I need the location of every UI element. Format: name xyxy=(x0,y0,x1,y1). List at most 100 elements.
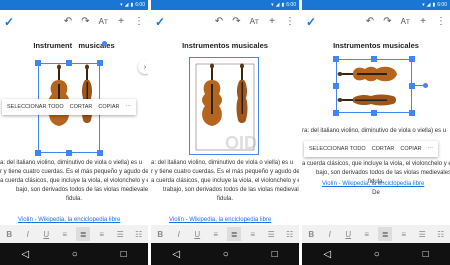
underline-icon[interactable]: U xyxy=(341,227,355,241)
signal-icon: ◢ xyxy=(426,1,431,8)
back-icon[interactable]: ◁ xyxy=(172,249,180,260)
phone-screen-3: ▾ ◢ ▮ 6:00 ✓ ↶ ↷ AT + ⋮ Instrumentos mus… xyxy=(302,0,450,265)
undo-icon[interactable]: ↶ xyxy=(215,16,223,27)
menu-cut[interactable]: CORTAR xyxy=(70,104,93,110)
phone-screen-2: ▾ ◢ ▮ 6:00 ✓ ↶ ↷ AT + ⋮ Instrumentos mus… xyxy=(151,0,299,265)
undo-icon[interactable]: ↶ xyxy=(64,16,72,27)
menu-copy[interactable]: COPIAR xyxy=(98,104,119,110)
wifi-icon: ▾ xyxy=(271,1,274,8)
bullet-list-icon[interactable]: ☰ xyxy=(415,227,429,241)
align-left-icon[interactable]: ≡ xyxy=(209,227,223,241)
bold-icon[interactable]: B xyxy=(304,227,318,241)
text-format-icon[interactable]: AT xyxy=(250,17,259,26)
recents-icon[interactable]: □ xyxy=(423,249,429,260)
paragraph-line-1: ra: del italiano violino, diminutivo de … xyxy=(302,128,447,134)
resize-handle-tl[interactable] xyxy=(35,60,41,66)
wikipedia-link[interactable]: Violín - Wikipedia, la enciclopedia libr… xyxy=(18,217,120,223)
align-right-icon[interactable]: ≡ xyxy=(95,227,109,241)
align-left-icon[interactable]: ≡ xyxy=(58,227,72,241)
resize-handle-bl[interactable] xyxy=(35,150,41,156)
rotate-handle[interactable] xyxy=(423,83,428,88)
text-format-icon[interactable]: AT xyxy=(401,17,410,26)
italic-icon[interactable]: I xyxy=(172,227,186,241)
redo-icon[interactable]: ↷ xyxy=(81,16,89,27)
resize-handle-mr[interactable] xyxy=(409,83,415,89)
align-center-icon[interactable]: ≣ xyxy=(76,227,91,241)
recents-icon[interactable]: □ xyxy=(121,249,127,260)
menu-cut[interactable]: CORTAR xyxy=(372,146,395,152)
signal-icon: ◢ xyxy=(275,1,280,8)
toolbar-tools: ↶ ↷ AT + ⋮ xyxy=(64,16,144,27)
check-icon[interactable]: ✓ xyxy=(306,15,316,29)
menu-more[interactable]: ⋯ xyxy=(125,104,131,110)
bullet-list-icon[interactable]: ☰ xyxy=(113,227,127,241)
bullet-list-icon[interactable]: ☰ xyxy=(264,227,278,241)
rotate-handle[interactable] xyxy=(102,41,107,46)
doc-title: Instrumentos musicales xyxy=(182,41,268,50)
document-body: Instrumentos musicales ra: del italiano … xyxy=(302,33,450,225)
document-body: Instrument musicales SELECCIONAR TODO CO… xyxy=(0,33,148,225)
resize-handle-tr[interactable] xyxy=(97,60,103,66)
undo-icon[interactable]: ↶ xyxy=(366,16,374,27)
more-vert-icon[interactable]: ⋮ xyxy=(436,16,446,27)
edit-toolbar: ✓ ↶ ↷ AT + ⋮ xyxy=(302,10,450,33)
signal-icon: ◢ xyxy=(124,1,129,8)
align-left-icon[interactable]: ≡ xyxy=(360,227,374,241)
resize-handle-bm[interactable] xyxy=(66,150,72,156)
wifi-icon: ▾ xyxy=(120,1,123,8)
home-icon[interactable]: ○ xyxy=(72,249,78,260)
add-icon[interactable]: + xyxy=(268,16,276,27)
bold-icon[interactable]: B xyxy=(2,227,16,241)
resize-handle-br[interactable] xyxy=(409,110,415,116)
resize-handle-tl[interactable] xyxy=(333,56,339,62)
resize-handle-bl[interactable] xyxy=(333,110,339,116)
numbered-list-icon[interactable]: ☷ xyxy=(434,227,448,241)
wikipedia-link[interactable]: Violín - Wikipedia, la enciclopedia libr… xyxy=(169,217,271,223)
status-bar: ▾ ◢ ▮ 6:00 xyxy=(0,0,148,10)
edit-toolbar: ✓ ↶ ↷ AT + ⋮ xyxy=(0,10,148,33)
numbered-list-icon[interactable]: ☷ xyxy=(283,227,297,241)
selected-image[interactable] xyxy=(336,59,412,113)
expand-side-button[interactable]: › xyxy=(138,60,148,74)
menu-more[interactable]: ⋯ xyxy=(427,146,433,152)
bold-icon[interactable]: B xyxy=(153,227,167,241)
align-center-icon[interactable]: ≣ xyxy=(378,227,393,241)
more-vert-icon[interactable]: ⋮ xyxy=(285,16,295,27)
doc-title: Instrumentos musicales xyxy=(333,41,419,50)
align-center-icon[interactable]: ≣ xyxy=(227,227,242,241)
redo-icon[interactable]: ↷ xyxy=(383,16,391,27)
redo-icon[interactable]: ↷ xyxy=(232,16,240,27)
underline-icon[interactable]: U xyxy=(39,227,53,241)
back-icon[interactable]: ◁ xyxy=(323,249,331,260)
android-nav-bar: ◁ ○ □ xyxy=(151,243,299,265)
menu-copy[interactable]: COPIAR xyxy=(400,146,421,152)
paragraph-line-5: fidula. xyxy=(65,196,82,202)
add-icon[interactable]: + xyxy=(117,16,125,27)
add-icon[interactable]: + xyxy=(419,16,427,27)
italic-icon[interactable]: I xyxy=(21,227,35,241)
more-vert-icon[interactable]: ⋮ xyxy=(134,16,144,27)
link-suffix: De xyxy=(372,190,380,196)
back-icon[interactable]: ◁ xyxy=(21,249,29,260)
check-icon[interactable]: ✓ xyxy=(155,15,165,29)
check-icon[interactable]: ✓ xyxy=(4,15,14,29)
text-format-icon[interactable]: AT xyxy=(99,17,108,26)
numbered-list-icon[interactable]: ☷ xyxy=(132,227,146,241)
wikipedia-link[interactable]: Violín - Wikipedia, la enciclopedia libr… xyxy=(322,181,424,187)
underline-icon[interactable]: U xyxy=(190,227,204,241)
resize-handle-tr[interactable] xyxy=(409,56,415,62)
resize-handle-ml[interactable] xyxy=(333,83,339,89)
resize-handle-tm[interactable] xyxy=(371,56,377,62)
resize-handle-br[interactable] xyxy=(97,150,103,156)
align-right-icon[interactable]: ≡ xyxy=(397,227,411,241)
align-right-icon[interactable]: ≡ xyxy=(246,227,260,241)
resize-handle-tm[interactable] xyxy=(66,60,72,66)
home-icon[interactable]: ○ xyxy=(374,249,380,260)
italic-icon[interactable]: I xyxy=(323,227,337,241)
menu-select-all[interactable]: SELECCIONAR TODO xyxy=(7,104,64,110)
android-nav-bar: ◁ ○ □ xyxy=(0,243,148,265)
recents-icon[interactable]: □ xyxy=(272,249,278,260)
menu-select-all[interactable]: SELECCIONAR TODO xyxy=(309,146,366,152)
home-icon[interactable]: ○ xyxy=(223,249,229,260)
resize-handle-bm[interactable] xyxy=(371,110,377,116)
